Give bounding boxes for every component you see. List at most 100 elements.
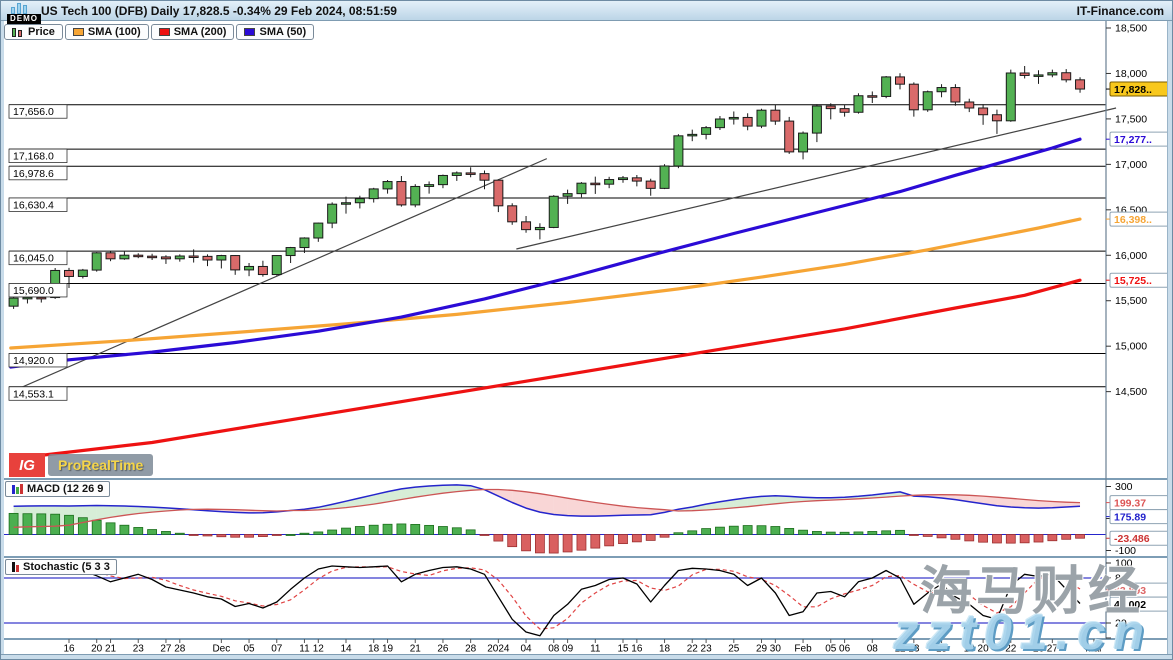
candle[interactable] [896,77,905,84]
candle[interactable] [923,92,932,110]
candle[interactable] [203,256,212,260]
chart-canvas[interactable]: 17,656.017,168.016,978.616,630.416,045.0… [1,1,1173,660]
legend-price[interactable]: Price [4,24,63,40]
candle[interactable] [715,119,724,128]
candle[interactable] [549,196,558,227]
x-axis-label: 07 [271,644,283,655]
candle[interactable] [660,166,669,188]
candle[interactable] [619,178,628,180]
svg-text:16,398..: 16,398.. [1114,214,1152,226]
candle[interactable] [646,181,655,188]
candle[interactable] [854,96,863,113]
stochastic-icon [12,562,19,572]
x-axis-label: 11 [590,644,601,655]
candle[interactable] [605,180,614,185]
candle[interactable] [65,270,74,276]
candle[interactable] [577,183,586,193]
ig-prorealtime-logo[interactable]: IG ProRealTime [9,453,153,477]
candle[interactable] [992,115,1001,121]
candle[interactable] [258,266,267,274]
macd-panel-label[interactable]: MACD (12 26 9 [5,481,110,497]
candle[interactable] [383,182,392,189]
candle[interactable] [937,88,946,92]
candle[interactable] [342,203,351,205]
candle[interactable] [826,106,835,109]
macd-histogram-bar [743,526,752,535]
candle[interactable] [951,88,960,102]
macd-histogram-bar [577,535,586,551]
candle[interactable] [882,77,891,97]
candle[interactable] [1020,73,1029,75]
candle[interactable] [106,253,115,259]
candle[interactable] [979,108,988,115]
candle[interactable] [314,223,323,238]
candle[interactable] [535,227,544,229]
candle[interactable] [522,222,531,230]
candle[interactable] [771,110,780,121]
candle[interactable] [702,128,711,135]
candle[interactable] [272,256,281,275]
candle[interactable] [425,185,434,187]
candle[interactable] [688,134,697,136]
candle[interactable] [9,298,18,306]
candle[interactable] [411,186,420,204]
candle[interactable] [134,255,143,257]
macd-histogram-bar [148,530,157,535]
candle[interactable] [674,136,683,166]
candle[interactable] [632,178,641,181]
candle[interactable] [480,174,489,181]
macd-histogram-bar [951,535,960,540]
candle[interactable] [840,109,849,113]
candle[interactable] [508,206,517,222]
candle[interactable] [120,255,129,259]
candle[interactable] [161,257,170,259]
candle[interactable] [1034,75,1043,77]
candle[interactable] [494,180,503,206]
candle[interactable] [37,297,46,299]
candle[interactable] [452,173,461,176]
candle[interactable] [148,256,157,258]
candle[interactable] [1006,73,1015,121]
candle[interactable] [1062,73,1071,80]
candle[interactable] [355,199,364,203]
x-axis-label: 26 [437,644,449,655]
candle[interactable] [397,182,406,205]
macd-histogram-bar [120,525,129,534]
level-label: 17,656.0 [13,106,54,118]
candle[interactable] [785,121,794,152]
macd-histogram-bar [369,525,378,534]
candle[interactable] [245,266,254,269]
candle[interactable] [92,253,101,270]
candle[interactable] [175,256,184,259]
candle[interactable] [1076,80,1085,89]
candle[interactable] [217,256,226,260]
candle[interactable] [868,96,877,98]
legend-sma100[interactable]: SMA (100) [65,24,149,40]
candle[interactable] [799,133,808,152]
candle[interactable] [812,106,821,133]
candle[interactable] [466,173,475,175]
candle[interactable] [965,102,974,108]
stochastic-panel-label[interactable]: Stochastic (5 3 3 [5,559,117,575]
candle[interactable] [328,204,337,223]
candle[interactable] [743,117,752,126]
candle[interactable] [563,194,572,197]
candle[interactable] [189,256,198,258]
macd-histogram-bar [854,532,863,535]
candle[interactable] [300,238,309,248]
candle[interactable] [23,297,32,299]
candle[interactable] [1048,73,1057,75]
candle[interactable] [78,270,87,276]
candle[interactable] [438,175,447,184]
legend-sma50[interactable]: SMA (50) [236,24,314,40]
macd-axis-label: -100 [1115,545,1136,557]
candle[interactable] [757,110,766,126]
candle[interactable] [909,84,918,110]
candle[interactable] [729,117,738,119]
candle[interactable] [231,256,240,270]
candle[interactable] [369,189,378,199]
legend-sma200[interactable]: SMA (200) [151,24,235,40]
candle[interactable] [591,183,600,185]
candle[interactable] [286,248,295,256]
x-axis-label: 2024 [487,644,510,655]
